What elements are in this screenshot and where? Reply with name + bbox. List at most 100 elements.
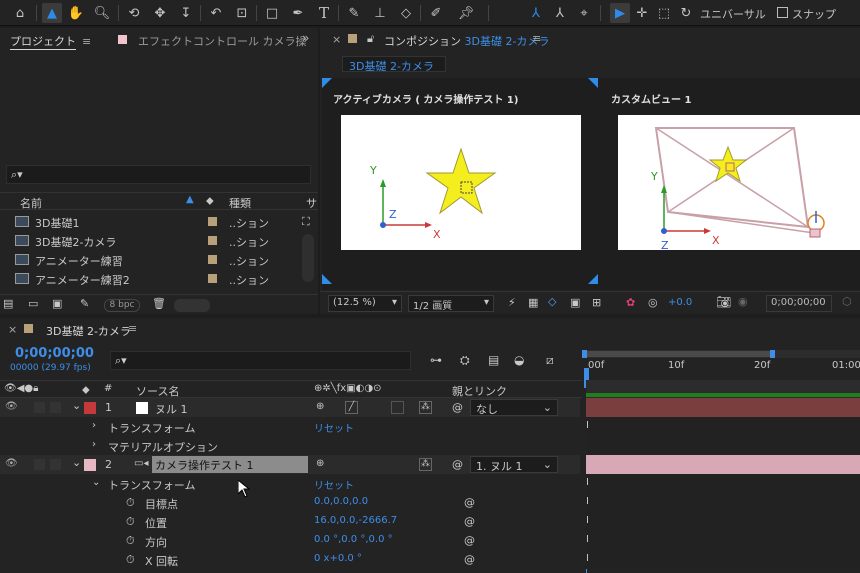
column-source-name[interactable]: ソース名: [136, 383, 179, 399]
puppet-pin-icon[interactable]: 📌︎: [456, 3, 476, 23]
layer-row[interactable]: 👁︎ ⌄ 1 ヌル 1 ⊕ ╱ ⁂ @ なし ⌄: [0, 398, 580, 417]
breadcrumb[interactable]: 3D基礎 2-カメラ: [342, 56, 446, 73]
new-folder-icon[interactable]: ▭: [28, 297, 38, 310]
visibility-eye-icon[interactable]: 👁︎: [5, 401, 18, 412]
home-icon[interactable]: ⌂: [10, 3, 30, 23]
shy-switch-icon[interactable]: ⊕: [316, 458, 324, 469]
work-area-range[interactable]: [584, 351, 774, 357]
bpc-button[interactable]: 8 bpc: [104, 299, 140, 312]
universal-scale-icon[interactable]: ⬚: [654, 3, 674, 23]
pickwhip-icon[interactable]: @: [452, 401, 463, 414]
motion-blur-icon[interactable]: ◒: [514, 353, 524, 367]
quality-switch[interactable]: ╱: [345, 401, 358, 414]
rectangle-tool-icon[interactable]: □: [262, 3, 282, 23]
parent-select[interactable]: 1. ヌル 1 ⌄: [470, 456, 558, 473]
universal-rotate-icon[interactable]: ↻: [676, 3, 696, 23]
column-type[interactable]: 種類: [229, 195, 251, 211]
tab-project[interactable]: プロジェクト: [10, 33, 76, 50]
tab-menu-icon[interactable]: ≡: [532, 32, 541, 45]
layer-label-color[interactable]: [84, 459, 96, 471]
work-area-start-handle[interactable]: [582, 350, 587, 358]
solo-toggle[interactable]: [34, 459, 45, 470]
chevron-down-icon[interactable]: ⌄: [92, 477, 100, 488]
dolly-camera-icon[interactable]: ↧: [176, 3, 196, 23]
close-icon[interactable]: ×: [8, 323, 17, 336]
transform-reset-link[interactable]: リセット: [314, 420, 354, 435]
fast-previews-icon[interactable]: ⚡︎: [508, 296, 516, 309]
pan-camera-icon[interactable]: ✥: [150, 3, 170, 23]
list-item[interactable]: 3D基礎2-カメラ ..ション: [0, 231, 300, 250]
expression-spiral-icon[interactable]: @: [464, 515, 475, 528]
position-value[interactable]: 16.0,0.0,-2666.7: [314, 515, 397, 526]
project-scrollbar[interactable]: [302, 234, 314, 282]
text-tool-icon[interactable]: T: [314, 3, 334, 23]
chevron-right-icon[interactable]: ›: [92, 420, 96, 431]
transform-reset-link[interactable]: リセット: [314, 477, 354, 492]
property-row[interactable]: ⏱︎ X 回転 0 x+0.0 ° @: [0, 550, 580, 569]
preview-3d-icon[interactable]: ⬡: [842, 295, 852, 308]
expression-spiral-icon[interactable]: @: [464, 534, 475, 547]
mask-path-icon[interactable]: ◇: [548, 295, 556, 308]
zoom-tool-icon[interactable]: 🔍︎: [92, 3, 112, 23]
transform-group-row[interactable]: ⌄ トランスフォーム リセット: [0, 474, 580, 493]
view-axis-icon[interactable]: ⌖: [574, 3, 594, 23]
orientation-value[interactable]: 0.0 °,0.0 °,0.0 °: [314, 534, 393, 545]
transform-group-row[interactable]: › トランスフォーム リセット: [0, 417, 580, 436]
chevron-right-icon[interactable]: ›: [92, 439, 96, 450]
close-icon[interactable]: ×: [332, 33, 341, 46]
trash-icon[interactable]: 🗑︎: [152, 297, 166, 310]
switches-icons[interactable]: ⊕✲╲fx▣◐◑⊙: [314, 383, 382, 394]
expression-spiral-icon[interactable]: @: [464, 496, 475, 509]
snapshot-camera-icon[interactable]: 📷︎: [716, 295, 731, 309]
label-tag-icon[interactable]: ⬥: [206, 194, 214, 208]
viewer-timecode[interactable]: 0;00;00;00: [766, 295, 832, 312]
eraser-tool-icon[interactable]: ◇: [396, 3, 416, 23]
column-parent-link[interactable]: 親とリンク: [452, 383, 507, 399]
work-area-bar[interactable]: [582, 350, 860, 358]
active-camera-view[interactable]: Y X Z: [341, 115, 581, 250]
stopwatch-icon[interactable]: ⏱︎: [126, 496, 135, 510]
x-rotation-value[interactable]: 0 x+0.0 °: [314, 553, 362, 564]
panel-overflow-icon[interactable]: »: [302, 31, 309, 45]
local-axis-icon[interactable]: ⅄: [526, 3, 546, 23]
material-options-row[interactable]: › マテリアルオプション: [0, 436, 580, 455]
tab-composition[interactable]: コンポジション 3D基礎 2-カメラ: [384, 33, 549, 49]
timeline-search-input[interactable]: ⌕▾: [110, 351, 411, 370]
grid-guides-icon[interactable]: ⊞: [592, 296, 601, 309]
tab-timeline[interactable]: 3D基礎 2-カメラ: [46, 323, 131, 339]
tab-menu-icon[interactable]: ≡: [128, 322, 137, 335]
point-of-interest-value[interactable]: 0.0,0.0,0.0: [314, 496, 368, 507]
universal-move-icon[interactable]: ✛: [632, 3, 652, 23]
color-management-icon[interactable]: ◎: [648, 296, 658, 309]
graph-editor-icon[interactable]: ⧄: [546, 353, 554, 368]
lock-icon[interactable]: 🔓︎: [367, 32, 374, 46]
rotate-tool-icon[interactable]: ↶: [206, 3, 226, 23]
region-of-interest-icon[interactable]: ▣: [570, 296, 580, 309]
clone-stamp-icon[interactable]: ⊥: [370, 3, 390, 23]
layer-1-duration-bar[interactable]: [586, 398, 860, 417]
interpret-footage-icon[interactable]: ▤: [3, 297, 13, 310]
av-features-icons[interactable]: 👁︎◀●🔒︎: [4, 383, 38, 394]
resolution-select[interactable]: 1/2 画質 ▾: [408, 295, 494, 312]
work-area-end-handle[interactable]: [770, 350, 775, 358]
exposure-value[interactable]: +0.0: [668, 297, 692, 308]
parent-select[interactable]: なし ⌄: [470, 399, 558, 416]
list-item[interactable]: アニメーター練習 ..ション: [0, 250, 300, 269]
project-search-input[interactable]: ⌕▾: [6, 165, 311, 184]
frame-blending-icon[interactable]: ▤: [488, 353, 499, 367]
visibility-eye-icon[interactable]: 👁︎: [5, 458, 18, 469]
brush-tool-icon[interactable]: ✎: [344, 3, 364, 23]
footer-scrollbar[interactable]: [174, 299, 210, 312]
universal-select-icon[interactable]: ▶: [610, 3, 630, 23]
chevron-down-icon[interactable]: ⌄: [72, 456, 81, 469]
custom-view[interactable]: Y X Z: [618, 115, 860, 252]
chevron-down-icon[interactable]: ⌄: [72, 399, 81, 412]
layer-2-duration-bar[interactable]: [586, 455, 860, 474]
anchor-tool-icon[interactable]: ⊡: [232, 3, 252, 23]
hand-tool-icon[interactable]: ✋: [66, 3, 86, 23]
time-ruler[interactable]: 00f 10f 20f 01:00: [582, 358, 860, 378]
settings-icon[interactable]: ✎: [80, 297, 89, 310]
property-row[interactable]: ⏱︎ 目標点 0.0,0.0,0.0 @: [0, 493, 580, 512]
zoom-select[interactable]: (12.5 %) ▾: [328, 295, 402, 312]
world-axis-icon[interactable]: ⅄: [550, 3, 570, 23]
